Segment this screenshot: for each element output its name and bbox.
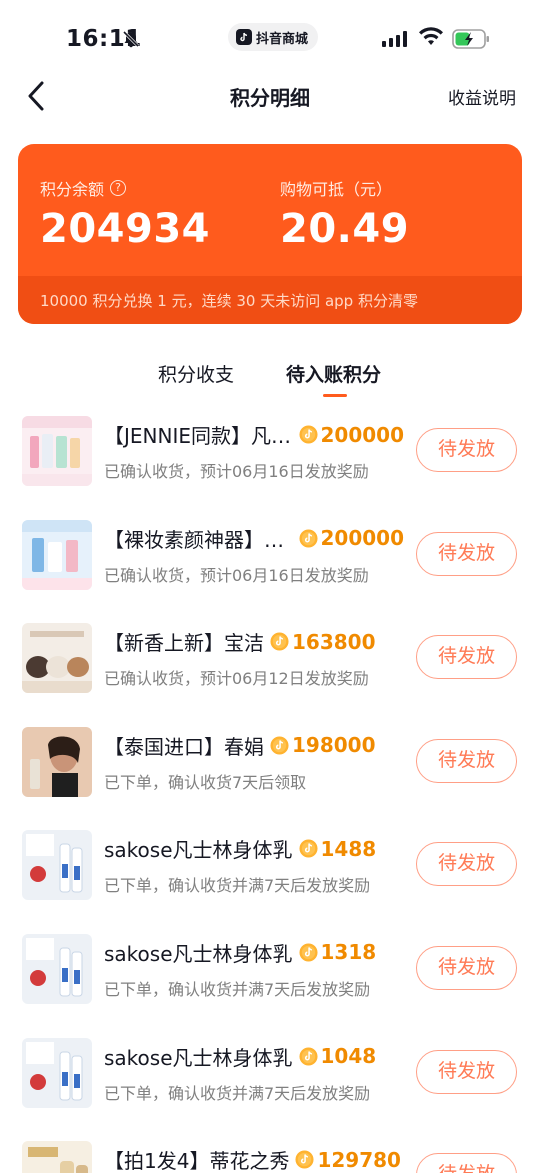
pending-release-button[interactable]: 待发放 (416, 738, 517, 783)
cellular-signal-icon (382, 31, 407, 47)
product-title: 【泰国进口】春娟 (104, 734, 264, 759)
product-title: sakose凡士林身体乳 (104, 1045, 293, 1070)
pending-release-button[interactable]: 待发放 (416, 842, 517, 887)
deduct-label: 购物可抵（元） (280, 180, 393, 199)
points-amount: 1488 (320, 836, 377, 861)
product-thumbnail[interactable] (22, 933, 92, 1004)
card-footer: 10000 积分兑换 1 元，连续 30 天未访问 app 积分清零 (18, 276, 522, 324)
app-name: 抖音商城 (256, 31, 309, 47)
reward-status-text: 已下单，确认收货并满7天后发放奖励 (104, 876, 371, 896)
item-title-row: sakose凡士林身体乳 1318 (104, 938, 404, 967)
deduct-block: 购物可抵（元） 20.49 (280, 176, 409, 252)
list-item[interactable]: sakose凡士林身体乳 1318 已下单，确认收货并满7天后发放奖励 待发放 (0, 914, 540, 1018)
product-title: sakose凡士林身体乳 (104, 838, 293, 863)
points-amount: 1318 (320, 940, 377, 965)
coin-icon (298, 943, 318, 962)
pending-release-button[interactable]: 待发放 (416, 428, 517, 472)
list-item[interactable]: 【JENNIE同款】凡士林身体乳 200000 已确认收货，预计06月16日发放奖励… (0, 396, 540, 500)
points-amount: 129780 (317, 1147, 401, 1172)
points-amount: 163800 (292, 629, 376, 654)
reward-status-text: 已确认收货，预计06月16日发放奖励 (104, 462, 369, 481)
help-icon[interactable]: ? (110, 180, 127, 196)
coin-icon (298, 425, 318, 444)
pending-release-button[interactable]: 待发放 (416, 1153, 517, 1173)
pending-release-button[interactable]: 待发放 (416, 945, 517, 990)
battery-charging-icon (452, 29, 489, 49)
reward-status-text: 已下单，确认收货7天后领取 (104, 772, 307, 792)
reward-status-text: 已确认收货，预计06月12日发放奖励 (104, 669, 369, 689)
item-title-row: sakose凡士林身体乳 1488 (104, 834, 404, 863)
product-thumbnail[interactable] (22, 1037, 92, 1108)
points-amount: 1048 (320, 1044, 377, 1069)
exchange-rule-note: 10000 积分兑换 1 元，连续 30 天未访问 app 积分清零 (40, 292, 418, 310)
pending-release-button[interactable]: 待发放 (416, 1049, 517, 1094)
balance-block: 积分余额 ? 204934 (40, 176, 210, 252)
coin-icon (298, 529, 318, 548)
douyin-logo-icon (236, 29, 252, 45)
bell-muted-icon (122, 30, 140, 48)
deduct-value: 20.49 (280, 206, 410, 252)
status-bar: 16:11 抖音商城 (0, 0, 540, 72)
list-item[interactable]: 【拍1发4】蒂花之秀 129780 待发放 (0, 1121, 540, 1173)
product-thumbnail[interactable] (22, 416, 92, 486)
item-title-row: 【JENNIE同款】凡士林身体乳 200000 (104, 420, 404, 449)
product-thumbnail[interactable] (22, 830, 92, 901)
item-title-row: 【新香上新】宝洁 163800 (104, 627, 404, 656)
balance-label: 积分余额 (40, 180, 105, 199)
tab-bar: 积分收支 待入账积分 (0, 352, 540, 400)
item-title-row: 【拍1发4】蒂花之秀 129780 (104, 1145, 404, 1173)
app-switch-pill[interactable]: 抖音商城 (228, 23, 319, 51)
list-item[interactable]: sakose凡士林身体乳 1048 已下单，确认收货并满7天后发放奖励 待发放 (0, 1018, 540, 1122)
points-summary-card: 积分余额 ? 204934 购物可抵（元） 20.49 10000 积分兑换 1… (18, 144, 522, 324)
product-title: 【JENNIE同款】凡士林身体乳 (104, 424, 293, 448)
pending-points-list: 【JENNIE同款】凡士林身体乳 200000 已确认收货，预计06月16日发放奖励… (0, 396, 540, 1173)
points-amount: 200000 (320, 526, 405, 551)
product-title: 【拍1发4】蒂花之秀 (104, 1149, 290, 1173)
pending-release-button[interactable]: 待发放 (416, 531, 517, 576)
coin-icon (270, 736, 289, 755)
points-amount: 200000 (320, 422, 405, 447)
pending-release-button[interactable]: 待发放 (416, 635, 517, 680)
income-explanation-link[interactable]: 收益说明 (448, 84, 516, 109)
balance-value: 204934 (40, 206, 210, 252)
item-title-row: 【裸妆素颜神器】凡士林 200000 (104, 524, 404, 553)
product-thumbnail[interactable] (22, 726, 92, 797)
list-item[interactable]: sakose凡士林身体乳 1488 已下单，确认收货并满7天后发放奖励 待发放 (0, 810, 540, 914)
item-title-row: sakose凡士林身体乳 1048 (104, 1042, 404, 1071)
product-thumbnail[interactable] (22, 519, 92, 590)
coin-icon (298, 839, 318, 858)
coin-icon (270, 632, 289, 651)
list-item[interactable]: 【泰国进口】春娟 198000 已下单，确认收货7天后领取 待发放 (0, 707, 540, 811)
product-thumbnail[interactable] (22, 623, 92, 694)
coin-icon (295, 1150, 314, 1169)
reward-status-text: 已下单，确认收货并满7天后发放奖励 (104, 979, 371, 999)
tab-pending-points[interactable]: 待入账积分 (286, 360, 381, 387)
product-title: sakose凡士林身体乳 (104, 941, 293, 966)
list-item[interactable]: 【裸妆素颜神器】凡士林 200000 已确认收货，预计06月16日发放奖励 待发放 (0, 500, 540, 604)
reward-status-text: 已确认收货，预计06月16日发放奖励 (104, 565, 369, 585)
nav-bar: 积分明细 收益说明 (0, 72, 540, 120)
item-title-row: 【泰国进口】春娟 198000 (104, 731, 404, 760)
points-amount: 198000 (292, 733, 376, 758)
list-item[interactable]: 【新香上新】宝洁 163800 已确认收货，预计06月12日发放奖励 待发放 (0, 603, 540, 707)
product-thumbnail[interactable] (22, 1141, 92, 1173)
reward-status-text: 已下单，确认收货并满7天后发放奖励 (104, 1083, 371, 1103)
coin-icon (298, 1047, 318, 1066)
tab-points-history[interactable]: 积分收支 (158, 360, 234, 387)
product-title: 【裸妆素颜神器】凡士林 (104, 527, 293, 552)
product-title: 【新香上新】宝洁 (104, 631, 264, 656)
wifi-icon (419, 27, 443, 45)
